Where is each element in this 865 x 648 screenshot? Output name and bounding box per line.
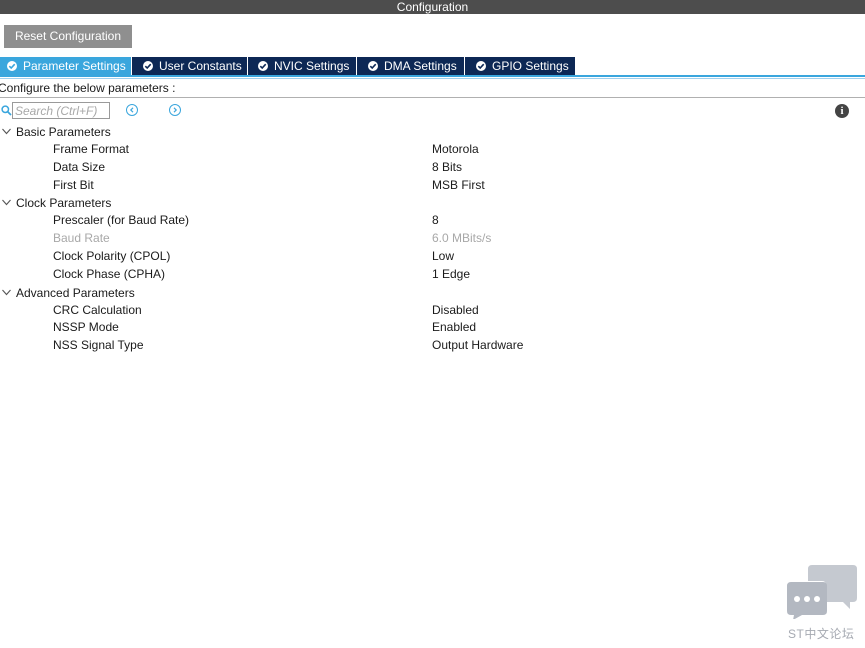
check-circle-icon — [476, 61, 486, 71]
tab-label: DMA Settings — [384, 59, 457, 73]
group-label: Clock Parameters — [16, 196, 112, 211]
chevron-down-icon — [2, 200, 11, 206]
tab-label: NVIC Settings — [274, 59, 350, 73]
param-value: MSB First — [432, 177, 485, 192]
param-row-nssp-mode[interactable]: NSSP Mode Enabled — [0, 319, 865, 337]
param-row-clock-phase[interactable]: Clock Phase (CPHA) 1 Edge — [0, 266, 865, 284]
divider — [0, 97, 865, 98]
forum-chat-logo-icon — [787, 565, 857, 619]
check-circle-icon — [143, 61, 153, 71]
info-icon[interactable]: i — [835, 104, 849, 118]
param-row-first-bit[interactable]: First Bit MSB First — [0, 177, 865, 195]
group-advanced-parameters[interactable]: Advanced Parameters — [0, 284, 865, 302]
param-value: Motorola — [432, 142, 479, 156]
chevron-left-circle-icon[interactable] — [126, 104, 138, 116]
chevron-right-circle-icon[interactable] — [169, 104, 181, 116]
param-value: 1 Edge — [432, 266, 471, 281]
tab-dma-settings[interactable]: DMA Settings — [357, 57, 464, 75]
group-label: Advanced Parameters — [16, 285, 135, 300]
param-name: NSSP Mode — [53, 320, 119, 335]
group-clock-parameters[interactable]: Clock Parameters — [0, 194, 865, 212]
param-value: 8 — [432, 213, 439, 228]
window-title: Configuration — [0, 0, 865, 14]
chevron-down-icon — [2, 289, 11, 295]
param-name: Clock Polarity (CPOL) — [53, 248, 171, 263]
check-circle-icon — [368, 61, 378, 71]
group-basic-parameters[interactable]: Basic Parameters — [0, 123, 865, 141]
tab-user-constants[interactable]: User Constants — [132, 57, 247, 75]
tab-bar: Parameter Settings User Constants NVIC S… — [0, 57, 576, 75]
param-value: Enabled — [432, 320, 477, 335]
group-label: Basic Parameters — [16, 125, 111, 139]
watermark-text: ST中文论坛 — [788, 627, 855, 641]
param-value: Low — [432, 248, 455, 263]
tab-gpio-settings[interactable]: GPIO Settings — [465, 57, 575, 75]
tab-label: GPIO Settings — [492, 59, 569, 73]
param-row-baud-rate: Baud Rate 6.0 MBits/s — [0, 230, 865, 248]
param-name: Baud Rate — [53, 231, 110, 246]
reset-configuration-button[interactable]: Reset Configuration — [4, 25, 132, 48]
search-icon — [1, 105, 12, 116]
param-name: Data Size — [53, 159, 106, 174]
tab-parameter-settings[interactable]: Parameter Settings — [0, 57, 131, 75]
param-row-nss-signal-type[interactable]: NSS Signal Type Output Hardware — [0, 337, 865, 355]
tab-label: User Constants — [159, 59, 242, 73]
tab-divider — [0, 78, 865, 79]
param-name: NSS Signal Type — [53, 338, 144, 353]
tab-underline — [0, 75, 865, 77]
parameter-tree: Basic Parameters Frame Format Motorola D… — [0, 123, 865, 355]
check-circle-icon — [7, 61, 17, 71]
instruction-text: Configure the below parameters : — [0, 81, 176, 95]
tab-nvic-settings[interactable]: NVIC Settings — [248, 57, 356, 75]
tab-label: Parameter Settings — [23, 59, 126, 73]
param-name: Frame Format — [53, 142, 130, 156]
param-row-clock-polarity[interactable]: Clock Polarity (CPOL) Low — [0, 248, 865, 266]
param-name: Prescaler (for Baud Rate) — [53, 213, 190, 228]
param-row-data-size[interactable]: Data Size 8 Bits — [0, 159, 865, 177]
check-circle-icon — [258, 61, 268, 71]
param-value: 6.0 MBits/s — [432, 231, 492, 246]
param-name: Clock Phase (CPHA) — [53, 266, 166, 281]
param-value: 8 Bits — [432, 159, 463, 174]
param-value: Output Hardware — [432, 338, 524, 353]
param-value: Disabled — [432, 302, 479, 317]
search-input[interactable] — [12, 102, 110, 119]
param-row-crc-calculation[interactable]: CRC Calculation Disabled — [0, 302, 865, 320]
param-name: CRC Calculation — [53, 302, 142, 317]
param-row-frame-format[interactable]: Frame Format Motorola — [0, 141, 865, 159]
param-name: First Bit — [53, 177, 94, 192]
chevron-down-icon — [2, 128, 11, 135]
param-row-prescaler[interactable]: Prescaler (for Baud Rate) 8 — [0, 212, 865, 230]
